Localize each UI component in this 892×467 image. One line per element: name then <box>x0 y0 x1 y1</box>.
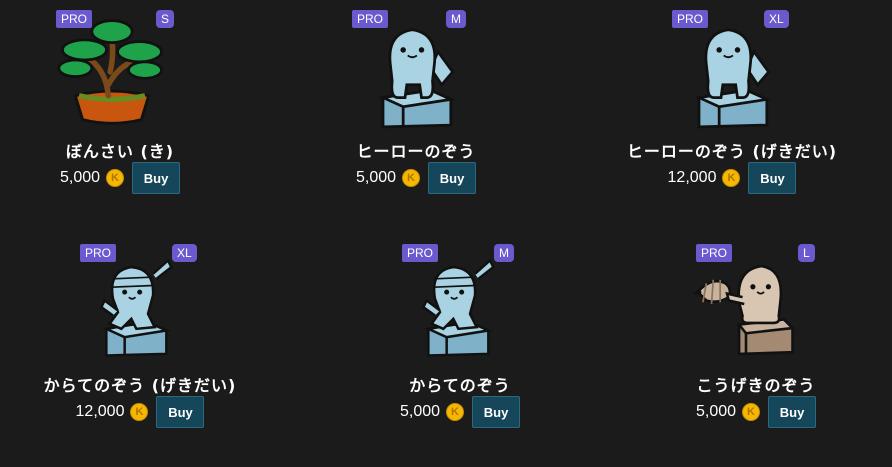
price-row: 12,000 K Buy <box>612 162 852 194</box>
item-price: 5,000 <box>355 169 397 186</box>
shop-item-card: PRO S ぼんさい (き) 5,000 K Buy <box>0 0 240 210</box>
shop-item-card: PRO M からてのぞう 5,000 K Buy <box>340 234 580 444</box>
buy-button[interactable]: Buy <box>428 162 477 194</box>
buy-button[interactable]: Buy <box>472 396 521 428</box>
price-row: 5,000 K Buy <box>340 396 580 428</box>
coin-icon: K <box>446 403 465 421</box>
coin-icon: K <box>130 403 149 421</box>
buy-button[interactable]: Buy <box>156 396 205 428</box>
item-price: 5,000 <box>59 169 101 186</box>
shop-item-card: PRO M ヒーローのぞう 5,000 K Buy <box>296 0 536 210</box>
item-price: 12,000 <box>667 169 717 186</box>
pro-badge: PRO <box>696 244 733 262</box>
coin-icon: K <box>106 169 125 187</box>
pro-badge: PRO <box>56 10 93 28</box>
size-badge: XL <box>172 244 197 262</box>
item-name: ヒーローのぞう <box>356 142 476 161</box>
price-row: 12,000 K Buy <box>20 396 260 428</box>
item-price: 5,000 <box>399 403 441 420</box>
shop-item-card: PRO L こうげきのぞう 5,000 K Buy <box>636 234 876 444</box>
pro-badge: PRO <box>352 10 389 28</box>
item-name: ぼんさい (き) <box>65 142 175 161</box>
item-price: 5,000 <box>695 403 737 420</box>
size-badge: XL <box>764 10 789 28</box>
item-name: こうげきのぞう <box>696 376 816 395</box>
pro-badge: PRO <box>80 244 117 262</box>
pro-badge: PRO <box>672 10 709 28</box>
attack-statue-icon <box>693 264 796 356</box>
size-badge: L <box>798 244 815 262</box>
size-badge: M <box>446 10 466 28</box>
coin-icon: K <box>402 169 421 187</box>
size-badge: S <box>156 10 175 28</box>
item-name: からてのぞう (げきだい) <box>43 376 237 395</box>
shop-item-card: PRO XL ヒーローのぞう (げきだい) 12,000 K Buy <box>612 0 852 210</box>
size-badge: M <box>494 244 514 262</box>
item-price: 12,000 <box>75 403 125 420</box>
buy-button[interactable]: Buy <box>768 396 817 428</box>
price-row: 5,000 K Buy <box>0 162 240 194</box>
coin-icon: K <box>742 403 761 421</box>
price-row: 5,000 K Buy <box>636 396 876 428</box>
buy-button[interactable]: Buy <box>132 162 181 194</box>
item-name: ヒーローのぞう (げきだい) <box>626 142 838 161</box>
item-name: からてのぞう <box>409 376 511 395</box>
coin-icon: K <box>722 169 741 187</box>
price-row: 5,000 K Buy <box>296 162 536 194</box>
shop-item-card: PRO XL からてのぞう (げきだい) 12,000 K Buy <box>20 234 260 444</box>
buy-button[interactable]: Buy <box>748 162 797 194</box>
shop-grid: PRO S ぼんさい (き) 5,000 K Buy PRO M ヒーローのぞう… <box>0 0 892 467</box>
pro-badge: PRO <box>402 244 439 262</box>
